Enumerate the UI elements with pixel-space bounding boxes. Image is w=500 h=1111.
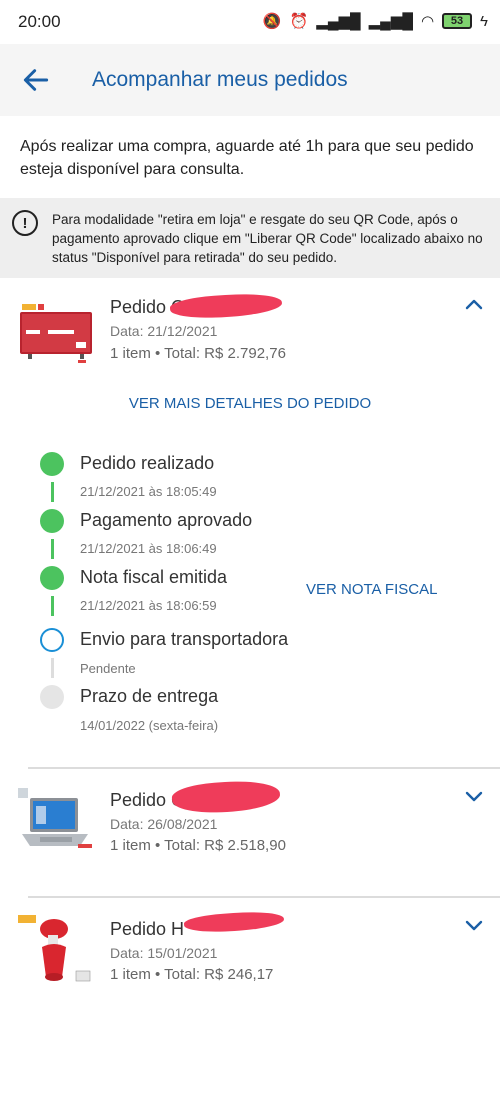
- chevron-down-icon[interactable]: [462, 913, 486, 937]
- tv-icon: [20, 304, 92, 363]
- timeline-connector: [51, 539, 54, 559]
- step-status: Pendente: [80, 661, 136, 676]
- order-total: 1 item • Total: R$ 2.792,76: [110, 345, 286, 362]
- step-label: Pedido realizado: [80, 453, 215, 473]
- charging-icon: ϟ: [480, 12, 488, 30]
- order-date: Data: 15/01/2021: [110, 945, 218, 961]
- app-bar: Acompanhar meus pedidos: [0, 44, 500, 116]
- order-date: Data: 26/08/2021: [110, 816, 218, 832]
- alarm-icon: ⏰: [289, 13, 309, 30]
- redaction-mark: [183, 909, 285, 935]
- step-timestamp: 21/12/2021 às 18:06:49: [80, 541, 217, 556]
- notice-text: Para modalidade "retira em loja" e resga…: [52, 212, 483, 265]
- divider: [28, 767, 500, 769]
- status-dot-done: [40, 509, 64, 533]
- step-timestamp: 21/12/2021 às 18:05:49: [80, 484, 217, 499]
- view-invoice-link[interactable]: VER NOTA FISCAL: [306, 581, 437, 598]
- step-label: Envio para transportadora: [80, 629, 289, 649]
- step-label: Nota fiscal emitida: [80, 567, 228, 587]
- steamer-icon: [18, 915, 91, 982]
- chevron-up-icon[interactable]: [462, 293, 486, 317]
- status-dot-done: [40, 566, 64, 590]
- timeline-step-payment: Pagamento aprovado 21/12/2021 às 18:06:4…: [40, 509, 480, 559]
- timeline-connector: [51, 658, 54, 678]
- order-total: 1 item • Total: R$ 2.518,90: [110, 837, 286, 854]
- back-arrow-icon[interactable]: [20, 64, 52, 96]
- timeline-step-delivery: Prazo de entrega 14/01/2022 (sexta-feira…: [40, 685, 480, 735]
- step-timestamp: 21/12/2021 às 18:06:59: [80, 598, 217, 613]
- battery-icon: 53: [442, 13, 473, 29]
- status-bar: 20:00 🔕 ⏰ ▂▄▆█ ▂▄▆█ ◠ 53 ϟ: [0, 0, 500, 44]
- order-card-2[interactable]: Pedido C Data: 26/08/2021 1 item • Total…: [0, 770, 500, 896]
- status-dot-current: [40, 628, 64, 652]
- laptop-icon: [18, 788, 92, 848]
- intro-text: Após realizar uma compra, aguarde até 1h…: [20, 138, 474, 178]
- page-title: Acompanhar meus pedidos: [92, 68, 348, 91]
- redaction-mark: [171, 778, 281, 816]
- timeline-step-shipping: Envio para transportadora Pendente: [40, 628, 480, 678]
- timeline-connector: [51, 596, 54, 616]
- timeline-step-ordered: Pedido realizado 21/12/2021 às 18:05:49: [40, 452, 480, 502]
- status-dot-pending: [40, 685, 64, 709]
- status-time: 20:00: [18, 12, 61, 31]
- order-name: Pedido H: [110, 919, 185, 939]
- divider: [28, 896, 500, 898]
- timeline-connector: [51, 482, 54, 502]
- status-icons: 🔕 ⏰ ▂▄▆█ ▂▄▆█ ◠ 53 ϟ: [262, 12, 488, 31]
- info-icon: !: [12, 210, 38, 236]
- order-date: Data: 21/12/2021: [110, 323, 218, 339]
- status-dot-done: [40, 452, 64, 476]
- signal-icon: ▂▄▆█: [368, 13, 413, 30]
- order-details-link[interactable]: VER MAIS DETALHES DO PEDIDO: [0, 395, 500, 412]
- step-label: Prazo de entrega: [80, 686, 219, 706]
- step-label: Pagamento aprovado: [80, 510, 253, 530]
- chevron-down-icon[interactable]: [462, 784, 486, 808]
- wifi-icon: ◠: [420, 13, 435, 30]
- redaction-mark: [169, 291, 283, 321]
- order-total: 1 item • Total: R$ 246,17: [110, 966, 274, 983]
- mute-icon: 🔕: [262, 13, 282, 30]
- step-date: 14/01/2022 (sexta-feira): [80, 718, 219, 733]
- order-card-3[interactable]: Pedido H Data: 15/01/2021 1 item • Total…: [0, 899, 500, 1025]
- notice-banner: ! Para modalidade "retira em loja" e res…: [0, 198, 500, 278]
- signal-icon: ▂▄▆█: [316, 13, 361, 30]
